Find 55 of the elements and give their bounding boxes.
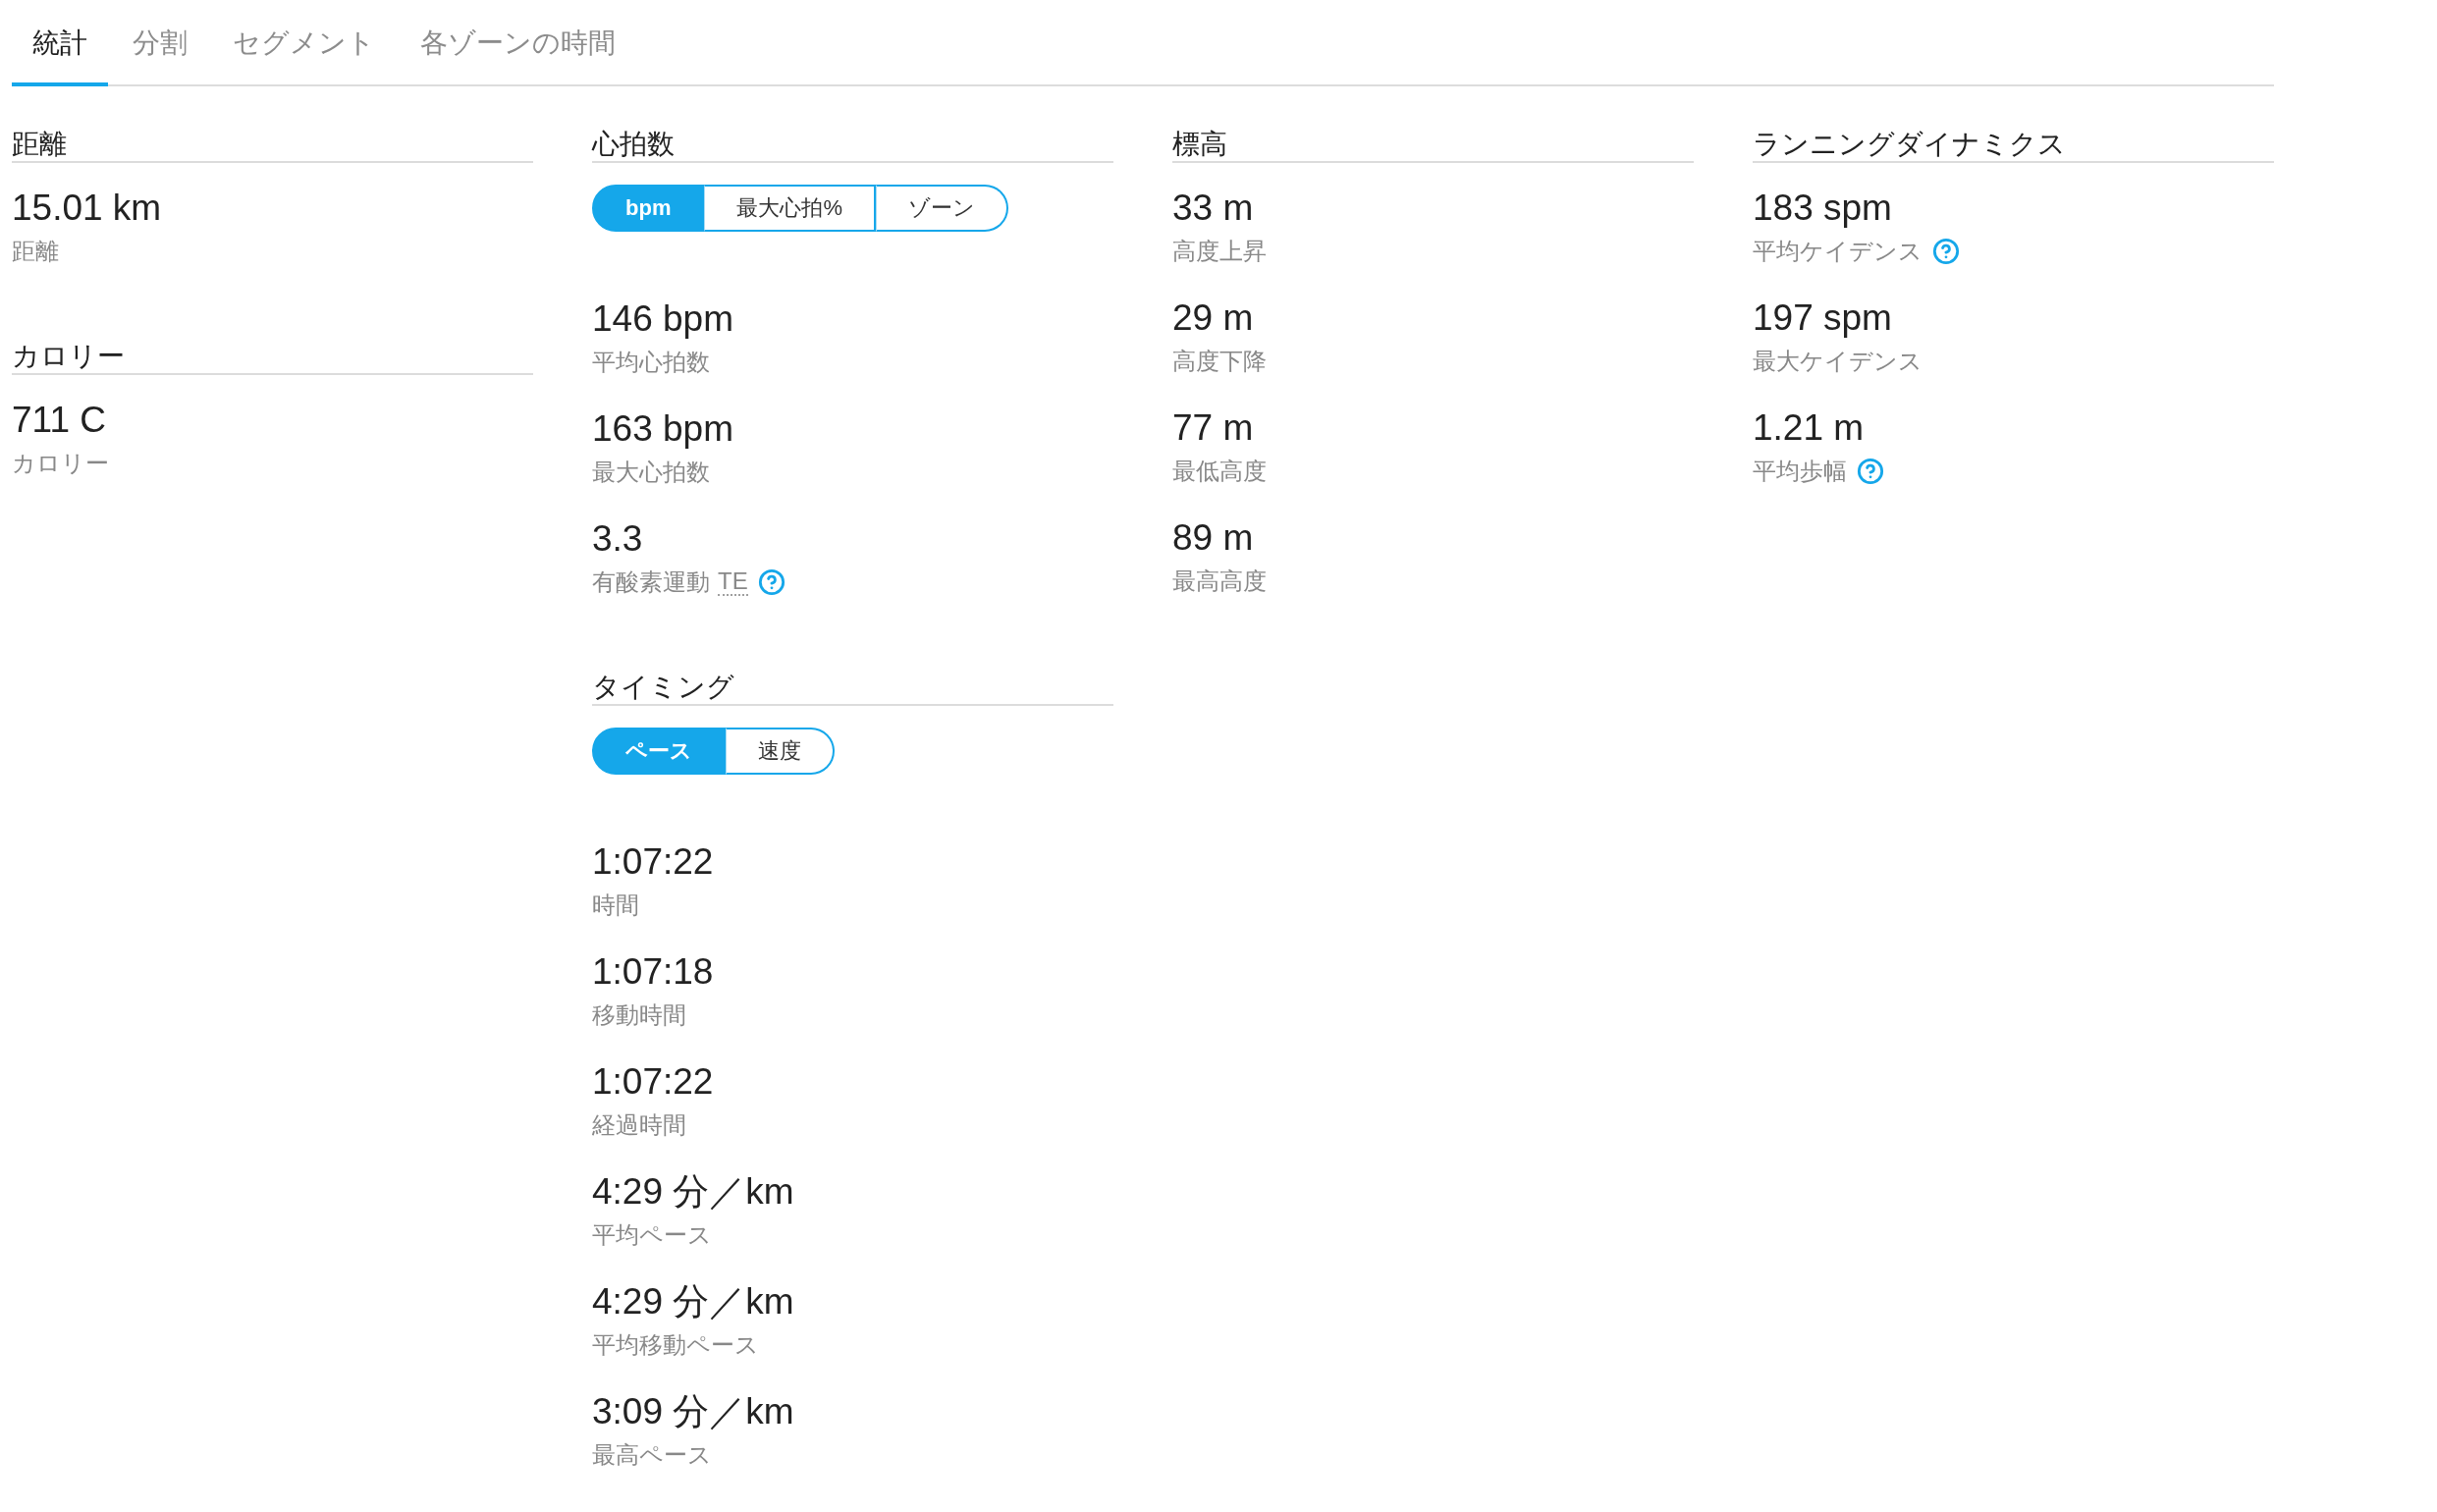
stat-label: 有酸素運動 xyxy=(592,567,710,597)
section-title: ランニングダイナミクス xyxy=(1753,128,2274,163)
stat-value: 4:29 分／km xyxy=(592,1280,794,1323)
stat-value: 146 bpm xyxy=(592,297,733,341)
stat-label: 高度上昇 xyxy=(1172,237,1267,266)
stat-value: 1:07:22 xyxy=(592,1060,714,1104)
stat-label: 最大ケイデンス xyxy=(1753,347,1923,376)
stat-value: 711 C xyxy=(12,399,106,442)
stat-value: 33 m xyxy=(1172,187,1254,230)
stat-value: 183 spm xyxy=(1753,187,1892,230)
help-icon[interactable] xyxy=(1932,238,1960,265)
stat-label: 平均移動ペース xyxy=(592,1330,759,1360)
stat-value: 3.3 xyxy=(592,517,643,561)
stat-label: 時間 xyxy=(592,891,639,920)
tab[interactable]: 各ゾーンの時間 xyxy=(400,0,636,86)
stat-value: 15.01 km xyxy=(12,187,162,230)
stat-label: 移動時間 xyxy=(592,1000,686,1030)
stat-label: 平均ケイデンス xyxy=(1753,237,1923,266)
stat-value: 1.21 m xyxy=(1753,406,1865,450)
stat-label: 最低高度 xyxy=(1172,457,1267,486)
help-icon[interactable] xyxy=(1857,458,1884,485)
section-title: タイミング xyxy=(592,671,1113,706)
segment-button[interactable]: 速度 xyxy=(726,728,835,775)
tab[interactable]: 統計 xyxy=(12,0,108,86)
segment-button[interactable]: bpm xyxy=(592,185,705,232)
stat-label: 最大心拍数 xyxy=(592,458,710,487)
stat-label: 平均歩幅 xyxy=(1753,457,1847,486)
stat-label: 距離 xyxy=(12,237,59,266)
stat-value: 1:07:18 xyxy=(592,950,714,994)
stat-value: 89 m xyxy=(1172,516,1254,560)
stat-label: 平均心拍数 xyxy=(592,348,710,377)
tab[interactable]: セグメント xyxy=(212,0,396,86)
stat-value: 163 bpm xyxy=(592,407,733,451)
stat-label: カロリー xyxy=(12,449,109,478)
stat-value: 4:29 分／km xyxy=(592,1170,794,1214)
section-title: 標高 xyxy=(1172,128,1694,163)
segment-button[interactable]: ペース xyxy=(592,728,726,775)
stat-value: 3:09 分／km xyxy=(592,1390,794,1433)
stat-value: 197 spm xyxy=(1753,297,1892,340)
stat-label: 高度下降 xyxy=(1172,347,1267,376)
segment-button[interactable]: ゾーン xyxy=(876,185,1008,232)
section-title: カロリー xyxy=(12,340,533,375)
stat-value: 1:07:22 xyxy=(592,840,714,884)
stat-label: 最高高度 xyxy=(1172,567,1267,596)
stat-label: 最高ペース xyxy=(592,1440,712,1470)
tab[interactable]: 分割 xyxy=(112,0,208,86)
abbreviation-text: TE xyxy=(718,568,748,596)
segment-button[interactable]: 最大心拍% xyxy=(704,185,876,232)
stat-value: 29 m xyxy=(1172,297,1254,340)
stat-label: 平均ペース xyxy=(592,1220,712,1250)
section-title: 心拍数 xyxy=(592,128,1113,163)
help-icon[interactable] xyxy=(757,568,785,596)
stat-label: 経過時間 xyxy=(592,1110,686,1140)
stat-value: 77 m xyxy=(1172,406,1254,450)
section-title: 距離 xyxy=(12,128,533,163)
